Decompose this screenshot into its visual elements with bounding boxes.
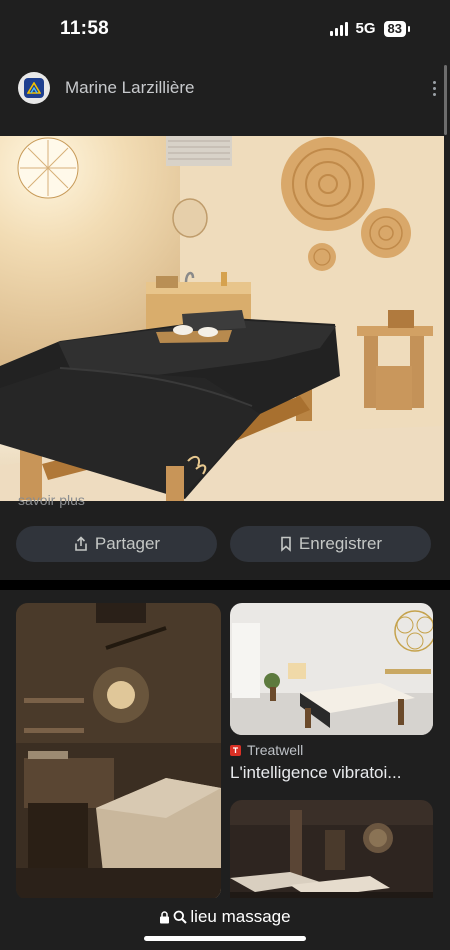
avatar[interactable] (18, 72, 50, 104)
pin-detail: Marine Larzillière savoir plus Partager … (0, 60, 450, 580)
bookmark-icon (281, 536, 291, 552)
save-button[interactable]: Enregistrer (230, 526, 431, 562)
author-name[interactable]: Marine Larzillière (65, 78, 194, 98)
description-truncated[interactable]: savoir plus (18, 492, 85, 508)
pin-source[interactable]: Treatwell (230, 742, 303, 758)
status-bar: 11:58 5G 83 (0, 0, 450, 60)
avatar-logo-icon (24, 78, 44, 98)
section-divider (0, 580, 450, 590)
search-query[interactable]: lieu massage (0, 907, 450, 927)
source-name: Treatwell (247, 742, 304, 758)
share-icon (75, 536, 87, 551)
cellular-signal-icon (329, 21, 348, 36)
related-pin-image[interactable] (16, 603, 221, 900)
search-query-text: lieu massage (190, 907, 291, 926)
author-row: Marine Larzillière (18, 70, 436, 106)
lock-icon (160, 910, 170, 923)
treatwell-icon (230, 744, 241, 756)
status-icons: 5G 83 (329, 20, 411, 37)
related-pin-title[interactable]: L'intelligence vibratoi... (230, 763, 433, 783)
clock: 11:58 (60, 18, 110, 39)
share-label: Partager (94, 534, 161, 553)
network-type: 5G (355, 20, 376, 37)
related-pins-grid: Treatwell L'intelligence vibratoi... (0, 590, 450, 900)
search-icon (174, 910, 188, 924)
bottom-search-bar[interactable]: lieu massage (0, 898, 450, 950)
related-pin-image[interactable] (230, 603, 433, 735)
scrollbar[interactable] (444, 65, 447, 135)
pin-actions: Partager Enregistrer (16, 526, 431, 562)
more-options-icon[interactable] (429, 77, 440, 100)
share-button[interactable]: Partager (16, 526, 217, 562)
wall-lamp (17, 137, 79, 199)
home-indicator[interactable] (144, 936, 306, 941)
related-pin-image[interactable] (230, 800, 433, 900)
battery-icon: 83 (383, 20, 411, 37)
pin-image[interactable] (0, 136, 444, 501)
save-label: Enregistrer (298, 534, 383, 553)
